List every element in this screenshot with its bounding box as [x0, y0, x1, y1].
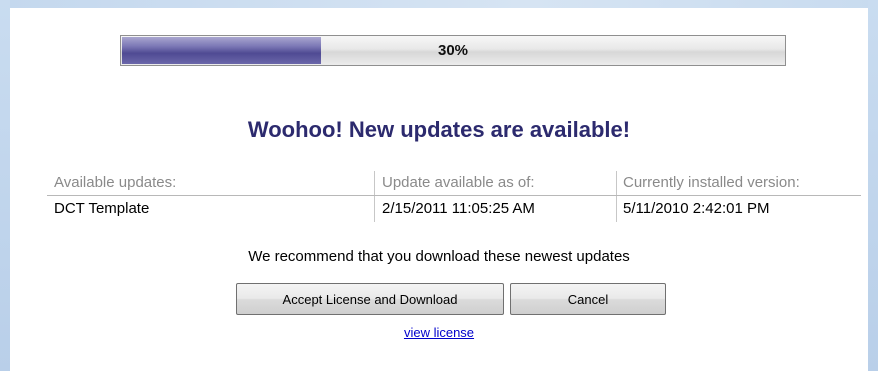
- recommendation-text: We recommend that you download these new…: [248, 248, 630, 265]
- installed-version-cell: 5/11/2010 2:42:01 PM: [616, 196, 861, 222]
- table-header-row: Available updates: Update available as o…: [47, 171, 861, 196]
- column-header-update-available-as-of: Update available as of:: [374, 171, 616, 195]
- update-dialog: 30% Woohoo! New updates are available! A…: [10, 8, 868, 371]
- window-frame-left: [0, 0, 10, 371]
- view-license-link-text[interactable]: view license: [404, 325, 474, 340]
- page-title: Woohoo! New updates are available!: [247, 117, 631, 142]
- window-frame-top: [0, 0, 878, 8]
- table-row: DCT Template 2/15/2011 11:05:25 AM 5/11/…: [47, 196, 861, 222]
- column-header-installed-version: Currently installed version:: [616, 171, 861, 195]
- update-name-cell: DCT Template: [54, 200, 150, 217]
- view-license-link[interactable]: view license: [10, 325, 868, 340]
- column-header-available-updates: Available updates:: [54, 174, 177, 191]
- updates-table: Available updates: Update available as o…: [47, 171, 861, 222]
- update-date-cell: 2/15/2011 11:05:25 AM: [374, 196, 616, 222]
- progress-label: 30%: [437, 42, 469, 59]
- cancel-button[interactable]: Cancel: [510, 283, 666, 315]
- accept-license-and-download-button[interactable]: Accept License and Download: [236, 283, 504, 315]
- window-frame-right: [868, 0, 878, 371]
- progress-bar: 30%: [120, 35, 786, 66]
